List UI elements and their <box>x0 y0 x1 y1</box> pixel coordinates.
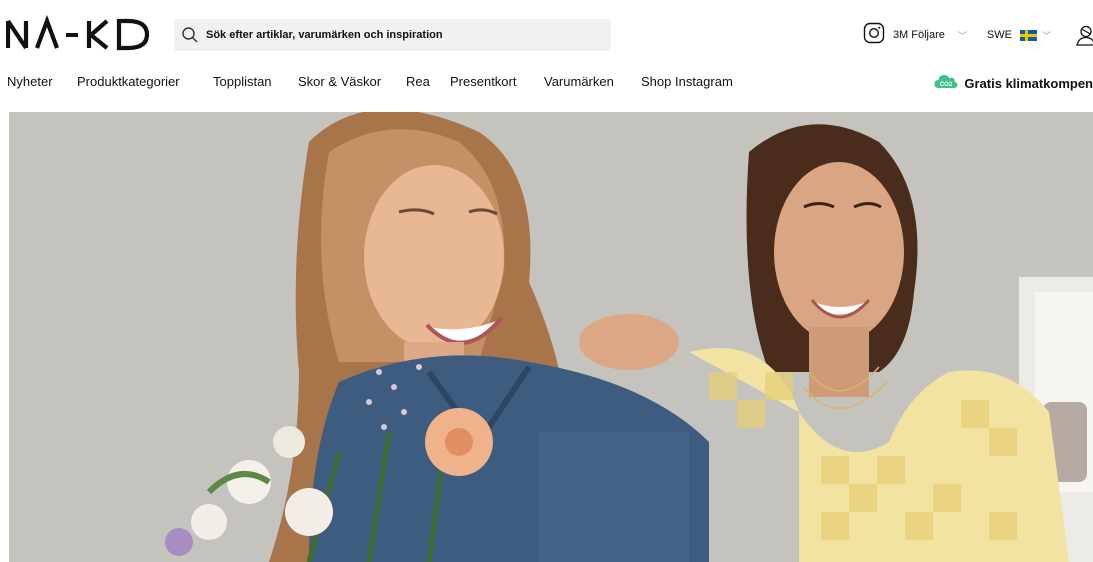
hero-image <box>9 112 1093 562</box>
search-icon[interactable] <box>174 19 206 51</box>
country-selector[interactable]: SWE ﹀ <box>987 29 1051 42</box>
hero-banner[interactable] <box>9 112 1093 562</box>
search-input[interactable] <box>206 29 611 41</box>
climate-compensation-link[interactable]: CO2 Gratis klimatkompen <box>934 73 1093 94</box>
svg-text:CO2: CO2 <box>940 82 953 88</box>
brand-logo[interactable] <box>6 14 152 54</box>
search-bar[interactable] <box>174 19 611 51</box>
sweden-flag-icon <box>1019 29 1037 41</box>
account-icon[interactable] <box>1073 22 1093 48</box>
nav-item-shop-instagram[interactable]: Shop Instagram <box>641 74 733 89</box>
co2-cloud-icon: CO2 <box>934 73 958 94</box>
nav-item-nyheter[interactable]: Nyheter <box>7 74 53 89</box>
nav-item-topplistan[interactable]: Topplistan <box>213 74 272 89</box>
logo-wordmark <box>6 14 150 51</box>
instagram-followers-link[interactable]: 3M Följare ﹀ <box>863 22 967 49</box>
nav-item-skor-vaskor[interactable]: Skor & Väskor <box>298 74 381 89</box>
nav-item-produktkategorier[interactable]: Produktkategorier <box>77 74 180 89</box>
chevron-down-icon: ﹀ <box>957 30 967 41</box>
main-navigation: Nyheter Produktkategorier Topplistan Sko… <box>0 70 1093 94</box>
instagram-icon <box>863 22 885 49</box>
site-header: 3M Följare ﹀ SWE ﹀ <box>0 0 1093 70</box>
nav-item-varumarken[interactable]: Varumärken <box>544 74 614 89</box>
header-tools: 3M Följare ﹀ SWE ﹀ <box>863 22 1093 48</box>
country-code: SWE <box>986 29 1012 41</box>
nav-item-rea[interactable]: Rea <box>406 74 430 89</box>
instagram-followers-label: 3M Följare <box>892 29 945 41</box>
chevron-down-icon: ﹀ <box>1041 30 1051 41</box>
climate-compensation-label: Gratis klimatkompen <box>964 76 1093 91</box>
nav-item-presentkort[interactable]: Presentkort <box>450 74 516 89</box>
